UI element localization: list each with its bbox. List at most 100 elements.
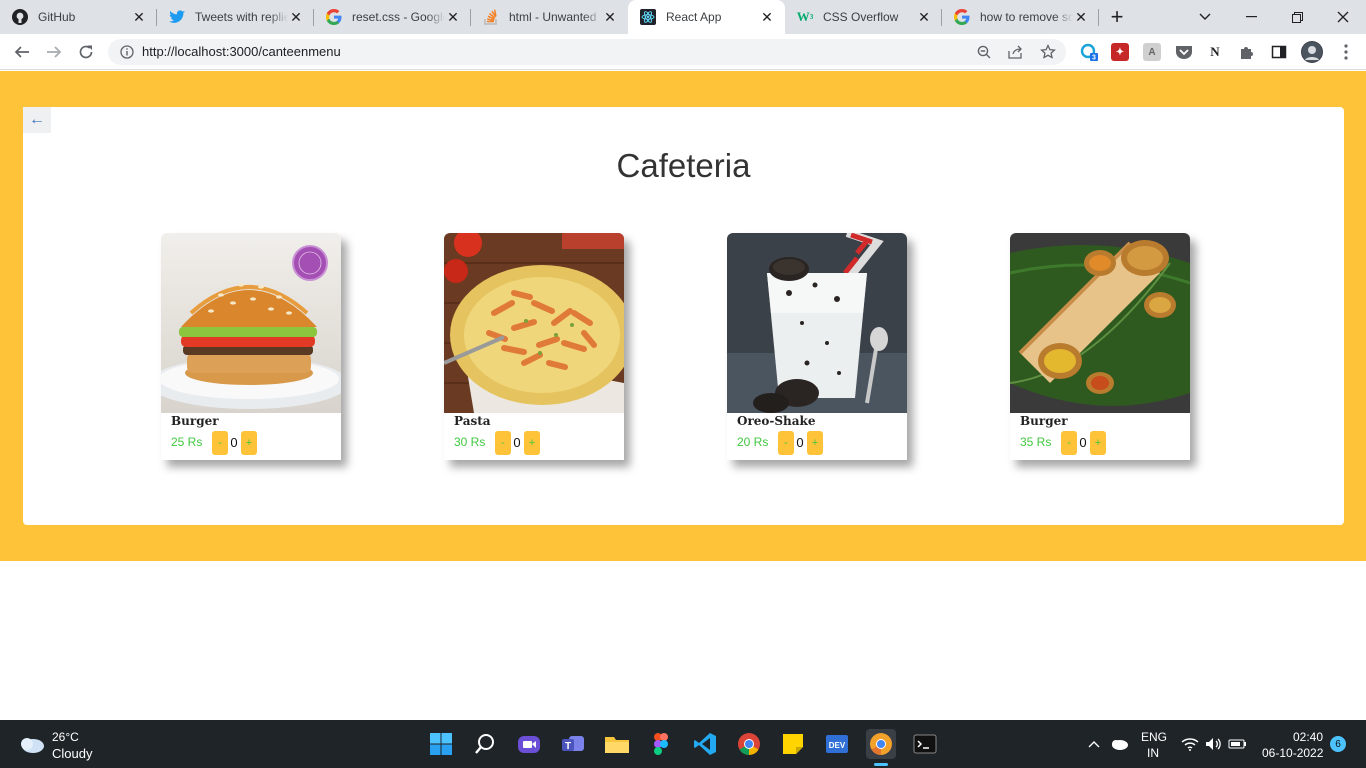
language-code[interactable]: ENG <box>1141 730 1167 744</box>
minimize-button[interactable] <box>1228 0 1274 34</box>
menu-kebab-icon[interactable] <box>1330 36 1362 68</box>
weather-cloud-icon[interactable] <box>16 729 46 759</box>
item-quantity: 0 <box>1079 435 1087 450</box>
puzzle-icon[interactable] <box>1238 43 1256 61</box>
increase-qty-button[interactable]: + <box>524 431 540 455</box>
tab-title: reset.css - Google Search <box>352 10 445 24</box>
item-name: Burger <box>1020 414 1068 428</box>
item-name: Oreo-Shake <box>737 414 816 428</box>
back-button[interactable]: ← <box>23 107 51 133</box>
menu-card-pasta: Pasta 30 Rs - 0 + <box>444 233 624 460</box>
profile-avatar[interactable] <box>1301 41 1323 63</box>
bookmark-star-icon[interactable] <box>1038 42 1058 62</box>
meet-icon[interactable] <box>514 729 544 759</box>
google-icon <box>954 9 970 25</box>
arrow-left-icon: ← <box>29 111 45 128</box>
tab-title: how to remove scroll <box>980 10 1073 24</box>
tab-remove-scroll[interactable]: how to remove scroll ✕ <box>942 0 1099 34</box>
decrease-qty-button[interactable]: - <box>778 431 794 455</box>
active-app-indicator <box>874 763 888 766</box>
close-icon[interactable]: ✕ <box>131 9 147 25</box>
extension-pocket-icon[interactable] <box>1175 43 1193 61</box>
increase-qty-button[interactable]: + <box>1090 431 1106 455</box>
extension-bug-icon[interactable]: ✦ <box>1111 43 1129 61</box>
decrease-qty-button[interactable]: - <box>1061 431 1077 455</box>
figma-icon[interactable] <box>646 729 676 759</box>
restore-button[interactable] <box>1274 0 1320 34</box>
google-icon <box>326 9 342 25</box>
menu-card-oreo-shake: Oreo-Shake 20 Rs - 0 + <box>727 233 907 460</box>
vscode-icon[interactable] <box>690 729 720 759</box>
tab-search-button[interactable] <box>1182 0 1228 34</box>
teams-icon[interactable]: T <box>558 729 588 759</box>
twitter-icon <box>169 9 185 25</box>
clock-date: 06-10-2022 <box>1262 746 1324 760</box>
dosa-image <box>1010 233 1190 413</box>
address-bar[interactable]: http://localhost:3000/canteenmenu <box>108 39 1066 65</box>
tab-react-app[interactable]: React App ✕ <box>628 0 785 34</box>
zoom-icon[interactable] <box>974 42 994 62</box>
page-title: Cafeteria <box>616 147 751 184</box>
item-quantity: 0 <box>230 435 238 450</box>
weather-desc: Cloudy <box>52 746 93 761</box>
close-icon[interactable]: ✕ <box>1073 9 1089 25</box>
close-icon[interactable]: ✕ <box>602 9 618 25</box>
side-panel-icon[interactable] <box>1270 43 1288 61</box>
extension-cloud-icon[interactable]: 3 <box>1080 43 1098 61</box>
extension-reader-icon[interactable]: A <box>1143 43 1161 61</box>
chrome-icon[interactable] <box>734 729 764 759</box>
tab-title: CSS Overflow <box>823 10 899 24</box>
svg-text:T: T <box>565 741 571 752</box>
increase-qty-button[interactable]: + <box>807 431 823 455</box>
volume-icon[interactable] <box>1204 729 1224 759</box>
new-tab-button[interactable]: + <box>1099 0 1135 34</box>
browser-toolbar: http://localhost:3000/canteenmenu 3 ✦ A … <box>0 34 1366 70</box>
windows-start-icon[interactable] <box>426 729 456 759</box>
devhome-icon[interactable]: DEV <box>822 729 852 759</box>
search-icon[interactable] <box>470 729 500 759</box>
decrease-qty-button[interactable]: - <box>495 431 511 455</box>
notification-badge[interactable]: 6 <box>1330 736 1346 752</box>
menu-card-burger-2: Burger 35 Rs - 0 + <box>1010 233 1190 460</box>
extension-notion-icon[interactable]: N <box>1206 43 1224 61</box>
svg-text:DEV: DEV <box>829 741 846 750</box>
language-region: IN <box>1147 746 1159 760</box>
onedrive-cloud-icon[interactable] <box>1108 729 1130 759</box>
tab-css-overflow[interactable]: W3 CSS Overflow ✕ <box>785 0 942 34</box>
file-explorer-icon[interactable] <box>602 729 632 759</box>
chevron-up-icon[interactable] <box>1084 729 1104 759</box>
oreo-shake-image <box>727 233 907 413</box>
share-icon[interactable] <box>1006 42 1026 62</box>
forward-arrow-icon[interactable] <box>38 36 70 68</box>
increase-qty-button[interactable]: + <box>241 431 257 455</box>
clock-time[interactable]: 02:40 <box>1293 730 1323 744</box>
menu-panel: ← Cafeteria Burger 25 Rs - 0 + Pasta 30 … <box>23 107 1344 525</box>
weather-temp: 26°C <box>52 730 79 744</box>
battery-icon[interactable] <box>1228 729 1248 759</box>
tab-title: React App <box>666 10 722 24</box>
chrome-canary-icon[interactable] <box>866 729 896 759</box>
page-background: ← Cafeteria Burger 25 Rs - 0 + Pasta 30 … <box>0 71 1366 561</box>
close-icon[interactable]: ✕ <box>445 9 461 25</box>
back-arrow-icon[interactable] <box>6 36 38 68</box>
reload-icon[interactable] <box>70 36 102 68</box>
tab-twitter[interactable]: Tweets with replies ✕ <box>157 0 314 34</box>
info-icon[interactable] <box>118 43 136 61</box>
stackoverflow-icon <box>483 9 499 25</box>
tab-stackoverflow[interactable]: html - Unwanted ✕ <box>471 0 628 34</box>
terminal-icon[interactable] <box>910 729 940 759</box>
sticky-notes-icon[interactable] <box>778 729 808 759</box>
decrease-qty-button[interactable]: - <box>212 431 228 455</box>
taskbar: 26°C Cloudy T DEV ENG IN 02:40 06-10-202… <box>0 720 1366 768</box>
tab-title: GitHub <box>38 10 76 24</box>
close-icon[interactable]: ✕ <box>759 9 775 25</box>
close-icon[interactable]: ✕ <box>916 9 932 25</box>
item-name: Burger <box>171 414 219 428</box>
close-window-button[interactable] <box>1320 0 1366 34</box>
tab-reset-css[interactable]: reset.css - Google Search ✕ <box>314 0 471 34</box>
item-quantity: 0 <box>796 435 804 450</box>
wifi-icon[interactable] <box>1180 729 1200 759</box>
tab-github[interactable]: GitHub ✕ <box>0 0 157 34</box>
menu-card-burger: Burger 25 Rs - 0 + <box>161 233 341 460</box>
close-icon[interactable]: ✕ <box>288 9 304 25</box>
